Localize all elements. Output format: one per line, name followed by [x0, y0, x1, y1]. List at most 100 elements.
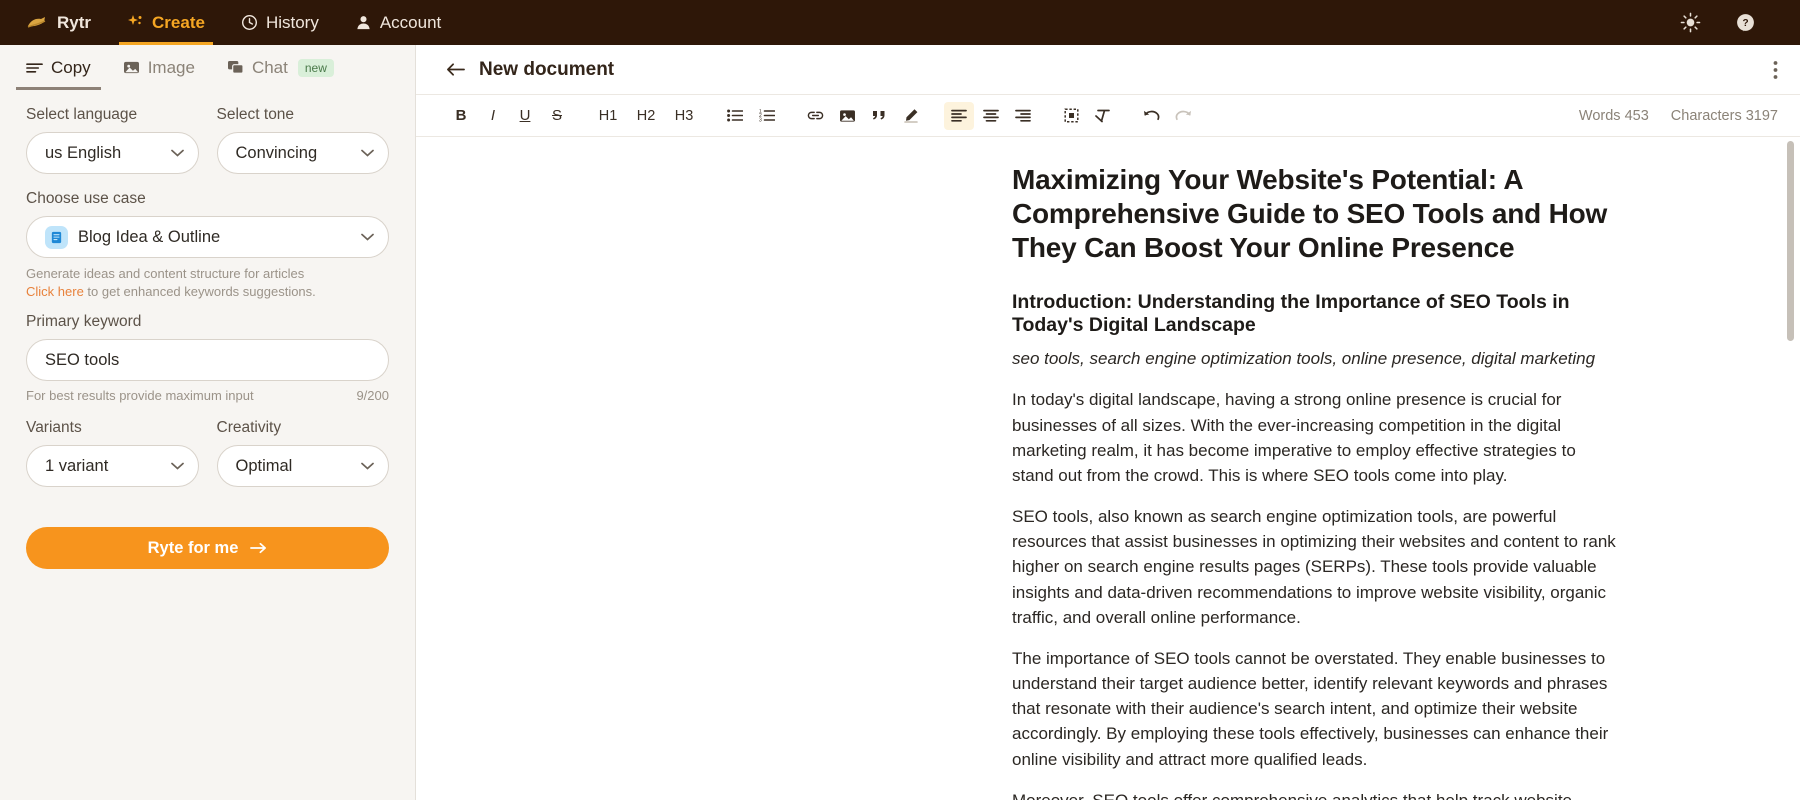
- primary-keyword-counter: 9/200: [356, 388, 389, 403]
- toolbar-bullet-list-button[interactable]: [720, 102, 750, 130]
- word-count-label: Words: [1578, 107, 1621, 124]
- document-scroll-area[interactable]: Maximizing Your Website's Potential: A C…: [416, 137, 1800, 800]
- toolbar-h3-label: H3: [674, 107, 694, 124]
- toolbar-image-button[interactable]: [832, 102, 862, 130]
- chevron-down-icon: [170, 149, 184, 157]
- theme-toggle-button[interactable]: [1680, 12, 1701, 33]
- toolbar-strikethrough-button[interactable]: S: [542, 102, 572, 130]
- lines-icon: [26, 61, 43, 75]
- tone-label: Select tone: [216, 106, 295, 123]
- toolbar-h1-label: H1: [598, 107, 618, 124]
- toolbar-underline-button[interactable]: U: [510, 102, 540, 130]
- chat-new-badge: new: [297, 58, 334, 77]
- tab-copy[interactable]: Copy: [10, 45, 107, 90]
- back-arrow-icon[interactable]: [446, 62, 465, 77]
- toolbar-heading-2-button[interactable]: H2: [628, 102, 664, 130]
- chevron-down-icon: [361, 462, 374, 470]
- document-content[interactable]: Maximizing Your Website's Potential: A C…: [416, 137, 1800, 800]
- primary-keyword-hint: For best results provide maximum input: [26, 388, 254, 403]
- toolbar-italic-label: I: [490, 107, 496, 124]
- svg-text:?: ?: [1742, 18, 1748, 29]
- toolbar-align-center-button[interactable]: [976, 102, 1006, 130]
- tone-select[interactable]: Convincing: [216, 132, 389, 174]
- tab-chat[interactable]: Chat new: [211, 45, 350, 90]
- use-case-description: Generate ideas and content structure for…: [26, 266, 305, 281]
- paragraph: SEO tools, also known as search engine o…: [1012, 507, 1616, 627]
- nav-item-create[interactable]: Create: [109, 0, 223, 45]
- toolbar-heading-1-button[interactable]: H1: [590, 102, 626, 130]
- language-label: Select language: [26, 106, 138, 123]
- use-case-label: Choose use case: [26, 190, 146, 207]
- toolbar-italic-button[interactable]: I: [478, 102, 508, 130]
- use-case-select[interactable]: Blog Idea & Outline: [26, 216, 389, 258]
- rytr-logo-icon: [26, 14, 48, 32]
- toolbar-heading-3-button[interactable]: H3: [666, 102, 702, 130]
- language-tone-row: Select language us English Select tone C…: [26, 106, 389, 190]
- section-heading-intro: Introduction: Understanding the Importan…: [1012, 291, 1570, 337]
- document-icon: [45, 225, 68, 249]
- toolbar-clear-formatting-button[interactable]: [1088, 102, 1118, 130]
- ryte-for-me-button[interactable]: Ryte for me: [26, 527, 389, 569]
- image-icon: [839, 109, 856, 123]
- creativity-select[interactable]: Optimal: [216, 445, 389, 487]
- toolbar-highlighter-button[interactable]: [896, 102, 926, 130]
- chevron-down-icon: [361, 233, 374, 241]
- primary-keyword-field: Primary keyword SEO tools For best resul…: [26, 313, 389, 403]
- variants-label: Variants: [26, 419, 82, 436]
- arrow-right-icon: [250, 542, 267, 554]
- primary-keyword-input[interactable]: SEO tools: [26, 339, 389, 381]
- main-layout: Copy Image Chat new Select language us E…: [0, 45, 1800, 800]
- scrollbar-track[interactable]: [1787, 137, 1797, 800]
- brand-logo[interactable]: Rytr: [22, 0, 109, 45]
- ryte-for-me-label: Ryte for me: [147, 538, 239, 557]
- toolbar-bold-label: B: [455, 107, 467, 124]
- toolbar-h2-label: H2: [636, 107, 656, 124]
- primary-keyword-label: Primary keyword: [26, 313, 142, 330]
- numbered-list-icon: 123: [759, 109, 776, 124]
- clear-formatting-icon: [1095, 109, 1111, 123]
- section-keywords-intro: seo tools, search engine optimization to…: [1012, 349, 1596, 369]
- chevron-down-icon: [170, 462, 184, 470]
- scrollbar-thumb[interactable]: [1787, 141, 1794, 341]
- character-count-value: 3197: [1745, 107, 1778, 124]
- language-select[interactable]: us English: [26, 132, 199, 174]
- highlighter-pen-icon: [903, 108, 919, 123]
- document-heading-title: Maximizing Your Website's Potential: A C…: [1012, 164, 1608, 264]
- toolbar-align-left-button[interactable]: [944, 101, 974, 130]
- nav-item-history[interactable]: History: [223, 0, 337, 45]
- toolbar-numbered-list-button[interactable]: 123: [752, 102, 782, 130]
- toolbar-bold-button[interactable]: B: [446, 102, 476, 130]
- align-left-icon: [951, 109, 967, 122]
- character-count: Characters 3197: [1671, 108, 1778, 124]
- tab-image[interactable]: Image: [107, 45, 211, 90]
- variants-select[interactable]: 1 variant: [26, 445, 199, 487]
- toolbar-align-right-button[interactable]: [1008, 102, 1038, 130]
- language-value: us English: [45, 143, 122, 162]
- sun-icon: [1680, 12, 1701, 33]
- use-case-value: Blog Idea & Outline: [78, 227, 221, 246]
- quote-icon: [872, 109, 887, 122]
- chat-icon: [227, 60, 244, 75]
- paragraph: In today's digital landscape, having a s…: [1012, 390, 1576, 485]
- toolbar-insert-block-button[interactable]: [1056, 102, 1086, 130]
- tone-value: Convincing: [235, 143, 318, 162]
- kebab-menu-icon[interactable]: [1773, 60, 1778, 80]
- toolbar-link-button[interactable]: [800, 102, 830, 130]
- keywords-link-rest: to get enhanced keywords suggestions.: [83, 284, 316, 299]
- nav-item-account[interactable]: Account: [337, 0, 459, 45]
- toolbar-undo-button[interactable]: [1136, 102, 1166, 130]
- help-button[interactable]: ?: [1735, 12, 1756, 33]
- keywords-suggestion-link[interactable]: Click here to get enhanced keywords sugg…: [26, 284, 389, 299]
- toolbar-redo-button[interactable]: [1168, 102, 1198, 130]
- word-count-value: 453: [1624, 107, 1649, 124]
- creativity-value: Optimal: [235, 456, 293, 475]
- paragraph: The importance of SEO tools cannot be ov…: [1012, 648, 1609, 769]
- bullet-list-icon: [727, 109, 744, 122]
- variants-value: 1 variant: [45, 456, 109, 475]
- document-title[interactable]: New document: [479, 59, 614, 81]
- chevron-down-icon: [361, 149, 374, 157]
- clock-icon: [241, 14, 258, 31]
- editor-toolbar: B I U S H1 H2 H3 123 Words 453 Character…: [416, 95, 1800, 137]
- toolbar-blockquote-button[interactable]: [864, 102, 894, 130]
- nav-item-history-label: History: [265, 12, 319, 32]
